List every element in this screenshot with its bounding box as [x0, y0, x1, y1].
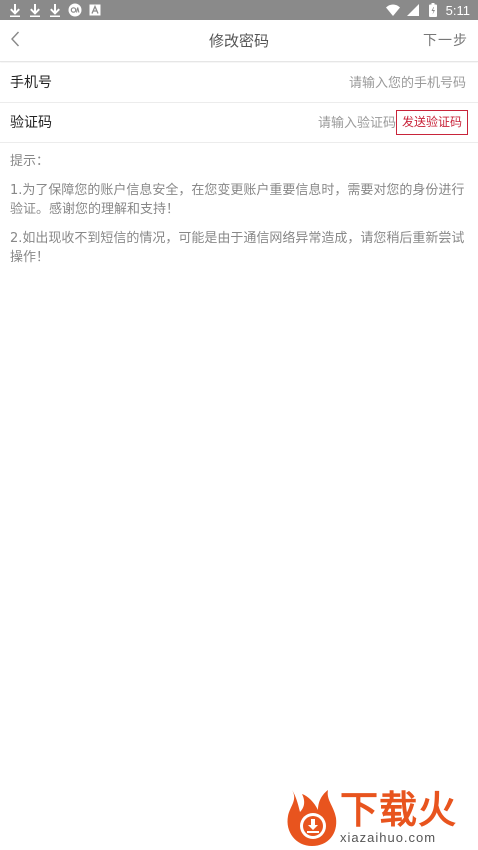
font-icon — [88, 3, 102, 17]
phone-input[interactable] — [166, 71, 466, 95]
flame-logo-icon — [282, 786, 340, 848]
battery-icon — [426, 3, 440, 17]
watermark-url: xiazaihuo.com — [340, 830, 437, 845]
status-time: 5:11 — [445, 2, 470, 18]
code-input[interactable] — [176, 111, 396, 135]
tips-section: 提示： 1.为了保障您的账户信息安全，在您变更账户重要信息时，需要对您的身份进行… — [10, 152, 470, 277]
back-button[interactable] — [4, 28, 26, 54]
chevron-left-icon — [10, 31, 20, 51]
tip-item: 2.如出现收不到短信的情况，可能是由于通信网络异常造成，请您稍后重新尝试操作！ — [10, 231, 465, 265]
phone-label: 手机号 — [10, 75, 52, 91]
status-left-icons — [8, 3, 102, 17]
download-icon — [48, 3, 62, 17]
watermark: 下载火 xiazaihuo.com — [280, 784, 476, 850]
status-bar: 5:11 — [0, 0, 478, 20]
download-icon — [28, 3, 42, 17]
tips-title: 提示： — [10, 154, 50, 169]
nav-bar: 修改密码 下一步 — [0, 20, 478, 62]
page-title: 修改密码 — [208, 32, 269, 50]
wifi-icon — [385, 3, 400, 17]
tip-item: 1.为了保障您的账户信息安全，在您变更账户重要信息时，需要对您的身份进行验证。感… — [10, 183, 465, 217]
app-icon — [68, 3, 82, 17]
code-label: 验证码 — [10, 115, 52, 131]
phone-row: 手机号 — [0, 63, 478, 103]
status-right-icons: 5:11 — [385, 2, 470, 18]
next-step-button[interactable]: 下一步 — [423, 20, 468, 62]
code-row: 验证码 发送验证码 — [0, 103, 478, 143]
watermark-brand: 下载火 — [340, 788, 458, 832]
send-code-button[interactable]: 发送验证码 — [396, 110, 468, 135]
signal-icon — [406, 3, 420, 17]
download-icon — [8, 3, 22, 17]
